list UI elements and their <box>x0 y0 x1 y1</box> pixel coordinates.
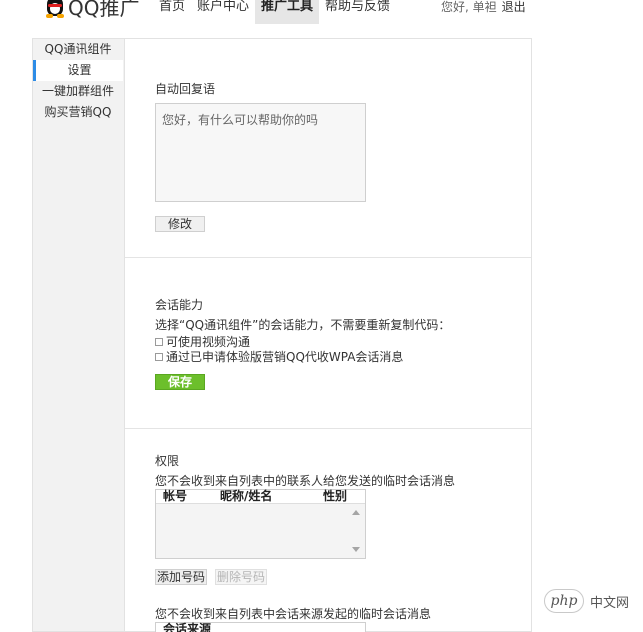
delete-number-button[interactable]: 删除号码 <box>215 569 268 585</box>
sidebar-item-group-join[interactable]: 一键加群组件 <box>33 81 123 102</box>
main-nav: 首页 账户中心 推广工具 帮助与反馈 <box>153 0 396 24</box>
contacts-list[interactable]: 帐号 昵称/姓名 性别 <box>155 489 366 559</box>
top-nav-bar: QQ推广 首页 账户中心 推广工具 帮助与反馈 您好, 单袒 退出 <box>0 0 643 24</box>
edit-reply-button[interactable]: 修改 <box>155 216 205 232</box>
settings-panel: 自动回复语 您好，有什么可以帮助你的吗 修改 会话能力 选择“QQ通讯组件”的会… <box>124 38 532 632</box>
logout-link[interactable]: 退出 <box>502 0 526 14</box>
scroll-down-icon[interactable] <box>352 547 360 552</box>
sources-list-header: 会话来源 <box>156 623 365 632</box>
nav-help-feedback[interactable]: 帮助与反馈 <box>319 0 396 24</box>
section-divider <box>125 257 531 258</box>
nav-home[interactable]: 首页 <box>153 0 191 24</box>
sources-list[interactable]: 会话来源 <box>155 622 366 632</box>
column-source: 会话来源 <box>163 622 212 632</box>
scroll-up-icon[interactable] <box>352 510 360 515</box>
user-greeting: 您好, 单袒 <box>441 0 497 14</box>
sidebar-item-settings[interactable]: 设置 <box>33 60 123 81</box>
permission-title: 权限 <box>155 454 180 468</box>
contacts-list-header: 帐号 昵称/姓名 性别 <box>156 490 365 504</box>
qq-logo[interactable]: QQ推广 <box>44 0 139 20</box>
user-info: 您好, 单袒 退出 <box>441 0 526 14</box>
add-number-button[interactable]: 添加号码 <box>155 569 208 585</box>
capability-title: 会话能力 <box>155 298 204 312</box>
sidebar-item-buy-marketing-qq[interactable]: 购买营销QQ <box>33 102 123 123</box>
auto-reply-title: 自动回复语 <box>155 82 216 96</box>
php-watermark: php 中文网 <box>544 589 629 613</box>
sidebar: QQ通讯组件 设置 一键加群组件 购买营销QQ <box>32 38 124 632</box>
save-button[interactable]: 保存 <box>155 374 205 390</box>
wpa-checkbox[interactable] <box>155 352 163 361</box>
option-wpa: 通过已申请体验版营销QQ代收WPA会话消息 <box>155 348 403 365</box>
column-account: 帐号 <box>163 489 188 503</box>
nav-account-center[interactable]: 账户中心 <box>191 0 255 24</box>
nav-promotion-tools[interactable]: 推广工具 <box>255 0 320 24</box>
contacts-description: 您不会收到来自列表中的联系人给您发送的临时会话消息 <box>155 474 456 488</box>
logo-text: QQ推广 <box>68 0 140 20</box>
column-gender: 性别 <box>323 489 348 503</box>
php-badge: php <box>544 589 584 613</box>
sidebar-item-qq-component[interactable]: QQ通讯组件 <box>33 39 123 60</box>
section-divider <box>125 428 531 429</box>
column-nickname: 昵称/姓名 <box>220 489 273 503</box>
capability-description: 选择“QQ通讯组件”的会话能力，不需要重新复制代码： <box>155 318 451 332</box>
video-checkbox[interactable] <box>155 337 163 346</box>
auto-reply-textarea[interactable]: 您好，有什么可以帮助你的吗 <box>155 103 366 202</box>
watermark-text: 中文网 <box>590 595 630 611</box>
wpa-option-label: 通过已申请体验版营销QQ代收WPA会话消息 <box>166 350 404 364</box>
qq-penguin-icon <box>44 0 66 18</box>
sources-description: 您不会收到来自列表中会话来源发起的临时会话消息 <box>155 607 432 621</box>
